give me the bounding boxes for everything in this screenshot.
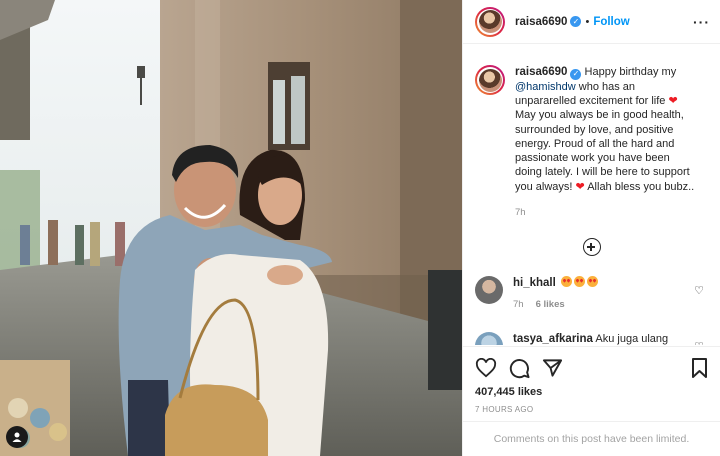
photo-illustration <box>0 0 462 456</box>
post-actions: 407,445 likes 7 HOURS AGO <box>463 346 720 420</box>
author-username[interactable]: raisa6690 <box>515 16 567 28</box>
load-more-comments[interactable] <box>475 238 708 257</box>
follow-button[interactable]: Follow <box>593 16 629 28</box>
tagged-user-icon[interactable] <box>6 426 28 448</box>
comments-limited-notice: Comments on this post have been limited. <box>463 421 720 456</box>
heart-icon[interactable] <box>475 358 497 378</box>
commenter-username[interactable]: hi_khall <box>513 277 556 289</box>
caption-text-part: Happy birthday my <box>584 66 677 78</box>
heart-eyes-emoji-icon <box>560 276 572 288</box>
caption-text-part: Allah bless you bubz.. <box>587 180 695 193</box>
caption-username[interactable]: raisa6690 <box>515 66 567 78</box>
caption-time[interactable]: 7h <box>515 206 699 220</box>
heart-eyes-emoji-icon <box>573 276 585 288</box>
caption: raisa6690 ✓ Happy birthday my @hamishdw w… <box>475 45 708 220</box>
commenter-avatar[interactable] <box>475 332 503 345</box>
comment-item: tasya_afkarina Aku juga ulang ♡ <box>475 332 708 345</box>
caption-avatar[interactable] <box>475 65 505 95</box>
comments-section[interactable]: raisa6690 ✓ Happy birthday my @hamishdw w… <box>463 45 720 345</box>
commenter-username[interactable]: tasya_afkarina <box>513 333 593 345</box>
post-header: raisa6690 ✓ • Follow ··· <box>463 0 720 44</box>
share-icon[interactable] <box>542 358 563 378</box>
comment-like-heart-icon[interactable]: ♡ <box>694 284 704 297</box>
heart-eyes-emoji-icon <box>586 276 598 288</box>
red-heart-emoji-icon: ❤ <box>668 94 678 107</box>
comment-item: hi_khall 7h 6 likes ♡ <box>475 276 708 312</box>
comment-icon[interactable] <box>509 358 530 379</box>
plus-circle-icon[interactable] <box>582 238 601 257</box>
verified-icon: ✓ <box>570 16 582 27</box>
comment-time[interactable]: 7h <box>513 299 524 310</box>
comment-likes[interactable]: 6 likes <box>536 299 565 310</box>
mention-link[interactable]: @hamishdw <box>515 81 576 93</box>
caption-text: raisa6690 ✓ Happy birthday my @hamishdw w… <box>515 65 699 220</box>
bookmark-icon[interactable] <box>691 358 708 378</box>
red-heart-emoji-icon: ❤ <box>575 180 585 193</box>
comment-like-heart-icon[interactable]: ♡ <box>694 340 704 345</box>
commenter-avatar[interactable] <box>475 276 503 305</box>
likes-count[interactable]: 407,445 likes <box>475 386 708 398</box>
post-side-panel: raisa6690 ✓ • Follow ··· raisa6690 ✓ Happ… <box>462 0 720 456</box>
more-icon[interactable]: ··· <box>693 14 710 30</box>
comment-text: Aku juga ulang <box>595 333 669 345</box>
posted-time[interactable]: 7 HOURS AGO <box>475 405 708 414</box>
author-avatar[interactable] <box>475 6 505 37</box>
verified-icon: ✓ <box>570 68 582 80</box>
separator-dot: • <box>585 15 590 28</box>
post-photo[interactable] <box>0 0 462 456</box>
